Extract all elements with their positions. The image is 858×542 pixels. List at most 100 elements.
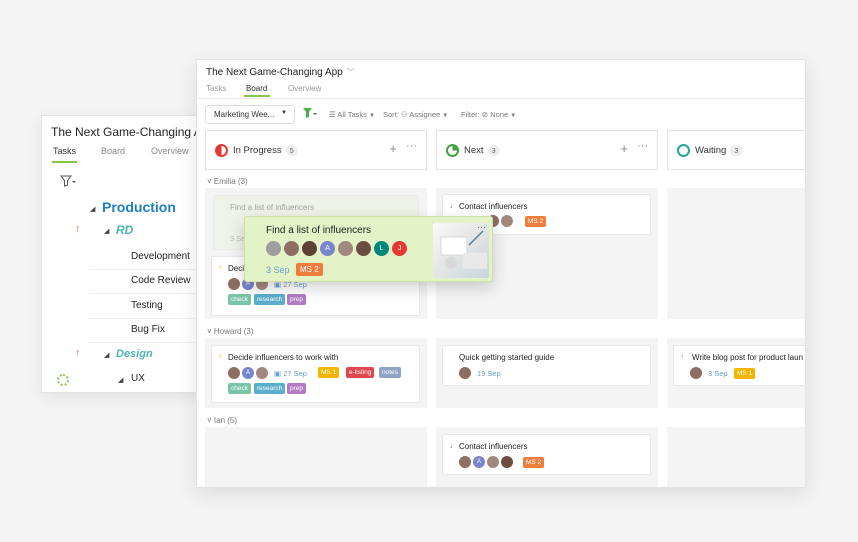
tree-item-label: UX [131, 373, 145, 384]
task-card[interactable]: Quick getting started guide 19 Sep [442, 345, 651, 386]
tree-item-label: Production [102, 199, 176, 215]
milestone-badge[interactable]: MS 2 [523, 457, 545, 468]
filter-icon[interactable] [303, 108, 317, 121]
task-card[interactable]: ↑ Write blog post for product laun 3 Sep… [673, 345, 805, 386]
collapse-triangle-icon[interactable]: ◢ [104, 351, 109, 359]
more-options-icon[interactable]: ··· [406, 140, 417, 152]
tab-tasks[interactable]: Tasks [206, 84, 226, 93]
collapse-triangle-icon[interactable]: ◢ [118, 376, 123, 384]
column-count: 5 [285, 145, 298, 156]
avatar [459, 456, 471, 468]
task-date: 3 Sep [708, 369, 728, 378]
filter-menu[interactable]: Filter: ⊘ None ▼ [461, 110, 516, 119]
priority-up-icon: ↑ [75, 347, 81, 359]
avatar [228, 367, 240, 379]
avatar [338, 241, 353, 256]
tab-overview[interactable]: Overview [288, 84, 321, 93]
list-icon: ☰ [329, 110, 336, 119]
avatar [501, 215, 513, 227]
avatar [266, 241, 281, 256]
tag[interactable]: research [254, 294, 286, 305]
task-title: Quick getting started guide [459, 353, 555, 362]
column-name: Waiting [695, 145, 727, 156]
column-count: 3 [730, 145, 743, 156]
next-status-icon [446, 144, 459, 157]
task-card[interactable]: ↑ Decide influencers to work with A ▣ 27… [211, 345, 420, 403]
group-header-ian[interactable]: ˅ Ian (5) [207, 416, 237, 425]
tree-item-label: Development [131, 251, 190, 262]
tag[interactable]: prep [287, 383, 307, 394]
assignee-avatars [690, 367, 704, 379]
group-count: (3) [237, 177, 248, 186]
task-title: Find a list of influencers [230, 203, 315, 212]
priority-down-icon: ↓ [449, 201, 453, 210]
project-title: The Next Game-Changing App [206, 67, 343, 78]
more-options-icon[interactable]: ··· [477, 222, 486, 232]
tag[interactable]: notes [379, 367, 401, 378]
project-title-dropdown[interactable]: The Next Game-Changing App ﹀ [206, 67, 355, 78]
group-count: (5) [227, 416, 238, 425]
tag[interactable]: prep [287, 294, 307, 305]
sort-value: Assignee [409, 110, 441, 119]
dragged-task-card[interactable]: Find a list of influencers A L J 3 Sep M… [244, 216, 493, 282]
column-header-in-progress: In Progress 5 + ··· [205, 130, 427, 170]
assignee-avatars: A [459, 456, 515, 468]
column-title: Waiting 3 [695, 145, 743, 156]
tab-tasks[interactable]: Tasks [53, 146, 76, 156]
avatar [284, 241, 299, 256]
avatar [256, 367, 268, 379]
tag[interactable]: check [228, 294, 251, 305]
task-title: Decide influencers to work with [228, 353, 339, 362]
tag[interactable]: e-listing [346, 367, 375, 378]
collapse-triangle-icon[interactable]: ◢ [104, 227, 109, 235]
milestone-badge[interactable]: MS 2 [525, 216, 547, 227]
priority-up-icon: ↑ [218, 352, 222, 361]
view-select[interactable]: Marketing Wee... ▼ [205, 105, 295, 124]
group-header-howard[interactable]: ˅ Howard (3) [207, 327, 254, 336]
assignee-avatars: A L J [266, 241, 410, 256]
chevron-down-icon: ˅ [207, 177, 212, 186]
avatar: A [473, 456, 485, 468]
avatar [690, 367, 702, 379]
waiting-status-icon [677, 144, 690, 157]
avatar: J [392, 241, 407, 256]
milestone-badge[interactable]: MS 1 [734, 368, 756, 379]
avatar: A [242, 367, 254, 379]
all-tasks-menu[interactable]: ☰ All Tasks ▼ [329, 110, 375, 119]
tab-board[interactable]: Board [246, 84, 267, 93]
milestone-badge[interactable]: MS 2 [296, 263, 323, 276]
task-date: 19 Sep [477, 369, 501, 378]
more-options-icon[interactable]: ··· [637, 140, 648, 152]
priority-up-icon: ↑ [218, 263, 222, 272]
loading-spinner-icon [57, 374, 69, 386]
person-icon: ⚇ [400, 110, 408, 119]
tag[interactable]: research [254, 383, 286, 394]
none-icon: ⊘ [481, 110, 489, 119]
group-cell [667, 188, 805, 319]
tree-item-label: RD [116, 223, 134, 237]
tag[interactable]: check [228, 383, 251, 394]
tree-item-label: Design [116, 348, 153, 360]
task-date: ▣ 27 Sep [274, 369, 307, 378]
column-header-waiting: Waiting 3 [667, 130, 805, 170]
add-task-button[interactable]: + [620, 141, 628, 156]
task-title: Contact influencers [459, 202, 528, 211]
column-count: 3 [487, 145, 500, 156]
group-name: Ian [213, 416, 226, 425]
active-tab-indicator [52, 161, 77, 163]
group-name: Howard [213, 327, 242, 336]
tab-overview[interactable]: Overview [151, 146, 189, 156]
sort-menu[interactable]: Sort: ⚇ Assignee ▼ [383, 110, 448, 119]
collapse-triangle-icon[interactable]: ◢ [90, 205, 95, 213]
filter-icon[interactable] [59, 175, 76, 190]
group-header-emilia[interactable]: ˅ Emilia (3) [207, 177, 248, 186]
caret-down-icon: ▼ [368, 113, 375, 119]
priority-up-icon: ↑ [680, 352, 684, 361]
avatar [302, 241, 317, 256]
task-card[interactable]: ↓ Contact influencers A MS 2 [442, 434, 651, 475]
add-task-button[interactable]: + [389, 141, 397, 156]
tab-board[interactable]: Board [101, 146, 125, 156]
task-title: Write blog post for product laun [692, 353, 804, 362]
milestone-badge[interactable]: MS 1 [318, 367, 340, 378]
caret-down-icon: ▼ [281, 110, 287, 116]
